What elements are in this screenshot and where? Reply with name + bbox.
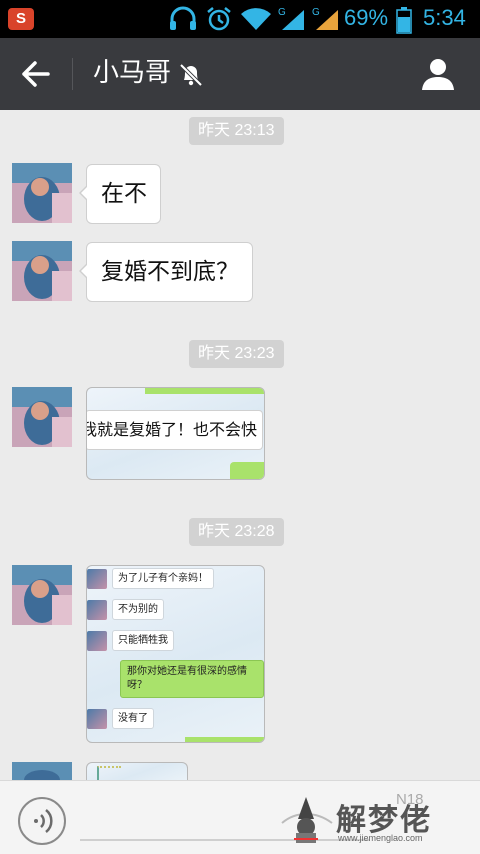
battery-percent: 69% [344,5,389,30]
svg-text:G: G [312,7,320,18]
headphones-icon [168,6,198,36]
message-bubble[interactable]: 在不 [79,164,161,224]
mini-avatar [87,630,107,651]
chat-title: 小马哥 [93,58,172,88]
image-green-corner [230,462,264,479]
svg-text:G: G [278,7,286,18]
battery-icon [396,6,412,38]
signal-icon: G [278,6,306,36]
status-bar: S G G 69% 5:34 [0,0,480,38]
image-message[interactable]: 为了儿子有个亲妈！ 不为别的 只能牺牲我 那你对她还是有很深的感情呀？ 没有了 [86,565,265,743]
timestamp: 昨天 23:28 [189,518,284,546]
app-badge-icon: S [8,8,34,30]
wifi-icon [240,6,272,36]
message-bubble[interactable]: 复婚不到底？ [79,242,253,302]
mini-chat-row: 不为别的 [87,599,164,620]
image-green-strip [185,737,264,742]
image-green-strip [145,388,264,394]
watermark-url: www.jiemenglao.com [338,833,423,843]
mini-bubble: 不为别的 [112,599,164,620]
avatar[interactable] [12,163,72,223]
image-message[interactable]: 我就是复婚了！也不会快 [86,387,265,480]
image-text: 我就是复婚了！也不会快 [86,420,258,439]
watermark-logo-icon [281,797,333,843]
avatar[interactable] [12,565,72,625]
mini-chat-row: 只能牺牲我 [87,630,174,651]
image-fragment [97,766,121,780]
back-button[interactable] [14,54,58,94]
mini-bubble: 为了儿子有个亲妈！ [112,568,214,589]
alarm-icon [205,6,233,36]
arrow-left-icon [22,61,50,87]
mini-chat-row: 没有了 [87,708,154,729]
image-message[interactable] [86,762,188,780]
voice-icon [34,809,53,833]
avatar[interactable] [12,387,72,447]
watermark: N18 解梦佬 www.jiemenglao.com [276,789,476,849]
signal-icon: G [312,6,340,36]
timestamp: 昨天 23:23 [189,340,284,368]
avatar[interactable] [12,762,72,780]
mini-avatar [87,708,107,729]
mini-avatar [87,599,107,620]
mini-bubble: 没有了 [112,708,154,729]
clock: 5:34 [423,5,466,30]
title-bar: 小马哥 [0,38,480,110]
person-icon [422,59,454,90]
avatar[interactable] [12,241,72,301]
input-bar: N18 解梦佬 www.jiemenglao.com [0,780,480,854]
voice-button[interactable] [18,797,66,845]
mini-avatar [87,568,107,589]
profile-button[interactable] [418,54,458,94]
title-divider [72,58,73,90]
mini-bubble: 只能牺牲我 [112,630,174,651]
mini-chat-row: 为了儿子有个亲妈！ [87,568,214,589]
mini-green-bubble: 那你对她还是有很深的感情呀？ [120,660,264,698]
timestamp: 昨天 23:13 [189,117,284,145]
bell-muted-icon [178,62,204,92]
